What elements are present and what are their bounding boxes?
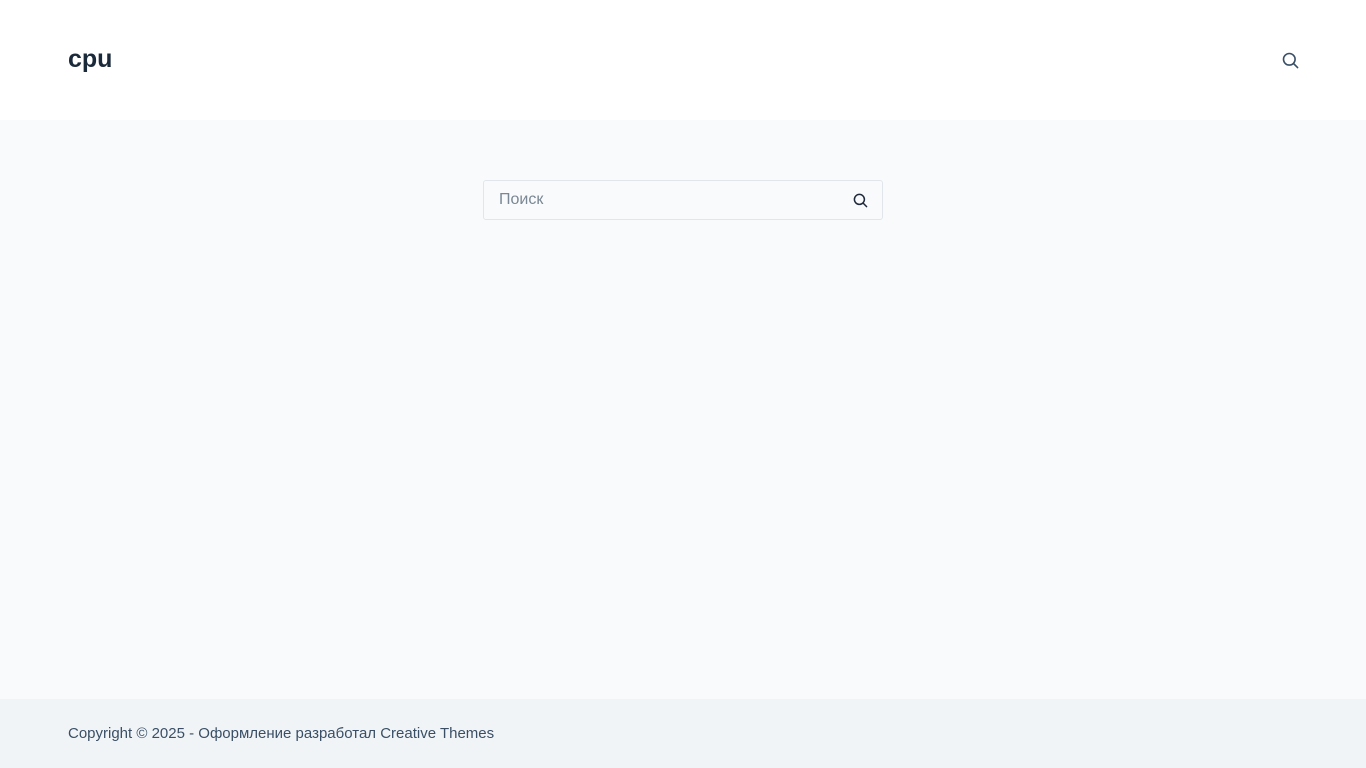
copyright-text: Copyright © 2025 - Оформление разработал… xyxy=(68,725,494,743)
site-title-link[interactable]: cpu xyxy=(68,44,112,74)
search-input[interactable] xyxy=(484,181,844,219)
site-footer: Copyright © 2025 - Оформление разработал… xyxy=(0,699,1366,768)
main-content xyxy=(0,120,1366,699)
copyright-prefix: Copyright © 2025 - Оформление разработал xyxy=(68,725,381,742)
header-search-button[interactable] xyxy=(1279,49,1301,71)
search-submit-button[interactable] xyxy=(850,190,870,210)
search-icon xyxy=(853,193,867,207)
search-icon xyxy=(1282,52,1298,68)
site-header: cpu xyxy=(0,0,1366,120)
search-form xyxy=(483,180,883,220)
creative-themes-link[interactable]: Creative Themes xyxy=(380,725,494,742)
